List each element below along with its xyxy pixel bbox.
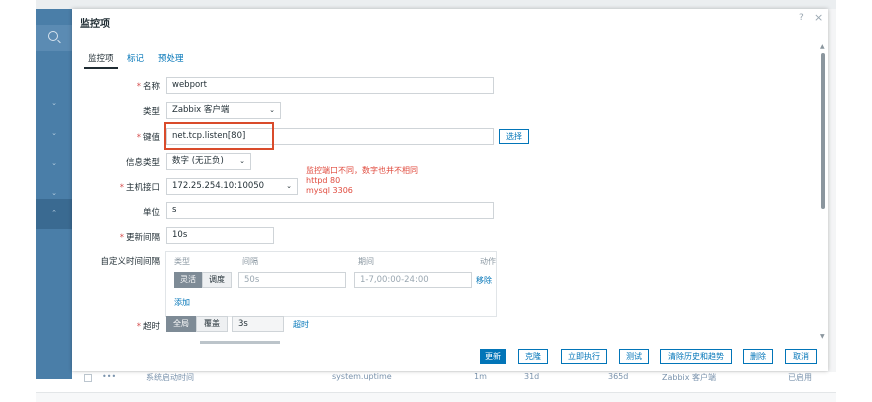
search-icon: [48, 31, 58, 41]
timeout-label: * 超时: [136, 322, 160, 332]
add-link[interactable]: 添加: [174, 297, 190, 308]
name-label: * 名称: [136, 82, 160, 92]
period-input[interactable]: 1-7,00:00-24:00: [354, 272, 472, 288]
test-button[interactable]: 测试: [619, 349, 649, 364]
sidebar: ⌄ ⌄ ⌄ ⌄ ⌃: [36, 9, 72, 379]
row-interval: 1m: [474, 372, 487, 381]
info-type-select[interactable]: 数字 (无正负) ⌄: [166, 153, 251, 170]
clear-history-button[interactable]: 清除历史和趋势: [660, 349, 732, 364]
timeout-override-toggle[interactable]: 覆盖: [196, 316, 228, 332]
item-dialog: 监控项 ? × 监控项 标记 预处理 * 名称 webport 类型 Zabbix…: [72, 9, 828, 371]
top-bar: [36, 0, 836, 9]
name-input[interactable]: webport: [166, 77, 494, 94]
chevron-down-icon: ⌄: [239, 157, 245, 165]
col-type: 类型: [174, 257, 190, 266]
help-icon[interactable]: ?: [799, 13, 804, 23]
col-period: 期间: [358, 257, 374, 266]
tab-active-indicator: [84, 67, 118, 69]
units-label: 单位: [142, 208, 160, 218]
type-label: 类型: [142, 107, 160, 117]
tab-tags[interactable]: 标记: [127, 52, 144, 64]
update-interval-input[interactable]: 10s: [166, 227, 274, 244]
chevron-down-icon: ⌄: [269, 106, 275, 114]
interval-input[interactable]: 50s: [238, 272, 346, 288]
row-type: Zabbix 客户端: [662, 373, 717, 382]
host-interface-select[interactable]: 172.25.254.10:10050 ⌄: [166, 178, 298, 195]
dialog-title: 监控项: [80, 19, 110, 30]
sidebar-active-section[interactable]: ⌃: [36, 199, 72, 229]
annotation-note: 监控端口不同，数字也并不相同 httpd 80 mysql 3306: [306, 166, 418, 195]
clone-button[interactable]: 克隆: [518, 349, 548, 364]
vertical-scrollbar[interactable]: ▲ ▼: [820, 43, 826, 343]
flexible-toggle[interactable]: 灵活: [174, 272, 202, 288]
chevron-down-icon[interactable]: ⌄: [36, 149, 72, 177]
timeout-link[interactable]: 超时: [293, 319, 309, 330]
info-type-label: 信息类型: [125, 158, 160, 168]
host-interface-label: * 主机接口: [119, 183, 160, 193]
timeout-global-toggle[interactable]: 全局: [166, 316, 196, 332]
row-menu-icon[interactable]: •••: [102, 372, 116, 381]
timeout-input[interactable]: 3s: [232, 316, 284, 332]
row-name[interactable]: 系统启动时间: [146, 372, 194, 382]
custom-intervals-table: 类型 间隔 期间 动作 灵活 调度 50s 1-7,00:00-24:00 移除…: [165, 251, 497, 317]
scroll-down-icon[interactable]: ▼: [820, 333, 825, 340]
scheduling-toggle[interactable]: 调度: [202, 272, 232, 288]
key-select-button[interactable]: 选择: [499, 129, 529, 144]
chevron-down-icon[interactable]: ⌄: [36, 89, 72, 117]
row-status[interactable]: 已启用: [788, 372, 812, 382]
update-button[interactable]: 更新: [480, 349, 506, 364]
scrollbar-thumb[interactable]: [821, 53, 825, 209]
units-input[interactable]: s: [166, 202, 494, 219]
key-label: * 键值: [136, 133, 160, 143]
close-icon[interactable]: ×: [814, 11, 823, 24]
chevron-up-icon: ⌃: [51, 209, 57, 217]
key-highlight-box: [164, 122, 274, 150]
row-checkbox[interactable]: [84, 374, 92, 382]
sidebar-search[interactable]: [36, 25, 72, 51]
horizontal-scrollbar[interactable]: [80, 341, 810, 344]
col-interval: 间隔: [242, 257, 258, 266]
custom-intervals-label: 自定义时间间隔: [100, 257, 160, 267]
col-action: 动作: [480, 257, 496, 266]
row-trends: 365d: [608, 372, 629, 381]
delete-button[interactable]: 删除: [743, 349, 773, 364]
row-key: system.uptime: [332, 372, 392, 381]
execute-now-button[interactable]: 立即执行: [561, 349, 607, 364]
chevron-down-icon[interactable]: ⌄: [36, 119, 72, 147]
remove-link[interactable]: 移除: [476, 275, 492, 286]
footer-bar: [36, 392, 836, 402]
row-history: 31d: [524, 372, 540, 381]
scroll-up-icon[interactable]: ▲: [820, 43, 825, 50]
cancel-button[interactable]: 取消: [785, 349, 817, 364]
type-select[interactable]: Zabbix 客户端 ⌄: [166, 102, 281, 119]
horizontal-scrollbar-thumb[interactable]: [200, 341, 280, 344]
update-interval-label: * 更新间隔: [119, 233, 160, 243]
chevron-down-icon: ⌄: [286, 182, 292, 190]
tab-item[interactable]: 监控项: [88, 52, 114, 64]
tab-preprocessing[interactable]: 预处理: [158, 52, 184, 64]
background-table-row: ••• 系统启动时间 system.uptime 1m 31d 365d Zab…: [72, 372, 836, 382]
